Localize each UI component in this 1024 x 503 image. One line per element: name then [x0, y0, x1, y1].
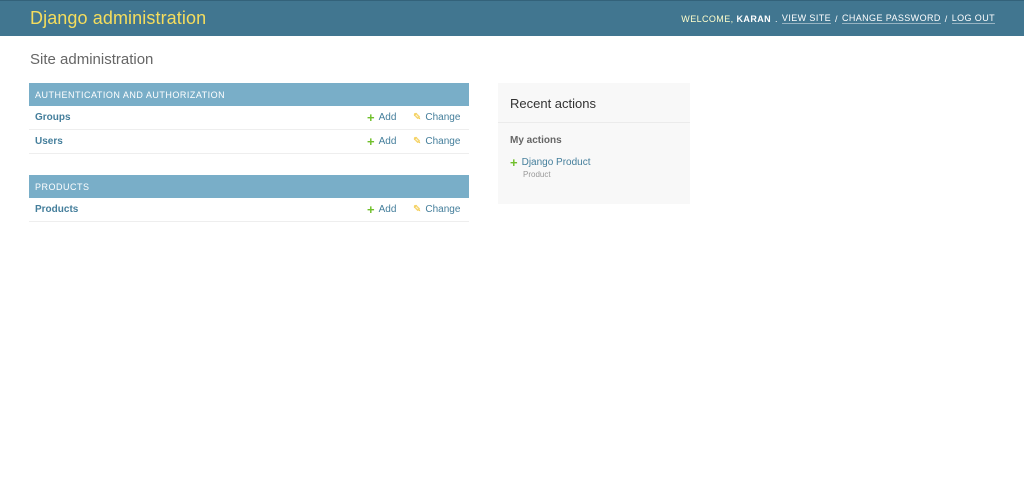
recent-action-link[interactable]: Django Product [522, 157, 591, 168]
table-row: Products + Add ✎ Change [29, 198, 469, 222]
separator: . [775, 13, 778, 24]
change-groups-button[interactable]: ✎ Change [413, 112, 460, 123]
module-auth: AUTHENTICATION AND AUTHORIZATION Groups … [29, 83, 469, 154]
separator: / [944, 13, 948, 24]
pencil-icon: ✎ [413, 204, 422, 215]
add-label: Add [378, 136, 397, 147]
username: KARAN [736, 13, 772, 24]
header: Django administration WELCOME, KARAN . V… [0, 0, 1024, 36]
table-row: Users + Add ✎ Change [29, 130, 469, 154]
welcome-label: WELCOME, [681, 13, 734, 24]
page-title: Site administration [30, 51, 154, 68]
log-out-link[interactable]: LOG OUT [951, 13, 995, 24]
change-password-link[interactable]: CHANGE PASSWORD [841, 13, 941, 24]
model-link-groups[interactable]: Groups [35, 112, 463, 123]
plus-icon: + [367, 133, 375, 149]
change-label: Change [425, 136, 461, 147]
add-users-button[interactable]: + Add [367, 133, 397, 149]
recent-actions-title: Recent actions [498, 83, 690, 123]
user-tools: WELCOME, KARAN . VIEW SITE / CHANGE PASS… [681, 13, 995, 24]
view-site-link[interactable]: VIEW SITE [781, 13, 832, 24]
add-groups-button[interactable]: + Add [367, 109, 397, 125]
change-products-button[interactable]: ✎ Change [413, 204, 460, 215]
plus-icon: + [367, 109, 375, 125]
module-products: PRODUCTS Products + Add ✎ Change [29, 175, 469, 222]
change-users-button[interactable]: ✎ Change [413, 136, 460, 147]
change-label: Change [425, 204, 461, 215]
model-link-products[interactable]: Products [35, 204, 463, 215]
add-label: Add [378, 112, 397, 123]
recent-actions-panel: Recent actions My actions + Django Produ… [498, 83, 690, 204]
recent-action-type: Product [523, 170, 551, 179]
separator: / [835, 13, 838, 24]
add-products-button[interactable]: + Add [367, 201, 397, 217]
model-link-users[interactable]: Users [35, 136, 463, 147]
my-actions-heading: My actions [510, 135, 562, 146]
pencil-icon: ✎ [413, 112, 422, 123]
change-label: Change [425, 112, 461, 123]
pencil-icon: ✎ [413, 136, 422, 147]
plus-icon: + [510, 154, 518, 170]
plus-icon: + [367, 201, 375, 217]
site-branding[interactable]: Django administration [30, 8, 206, 29]
table-row: Groups + Add ✎ Change [29, 106, 469, 130]
add-label: Add [378, 204, 397, 215]
module-caption[interactable]: PRODUCTS [29, 175, 469, 198]
module-caption[interactable]: AUTHENTICATION AND AUTHORIZATION [29, 83, 469, 106]
list-item: + Django Product [498, 146, 690, 170]
